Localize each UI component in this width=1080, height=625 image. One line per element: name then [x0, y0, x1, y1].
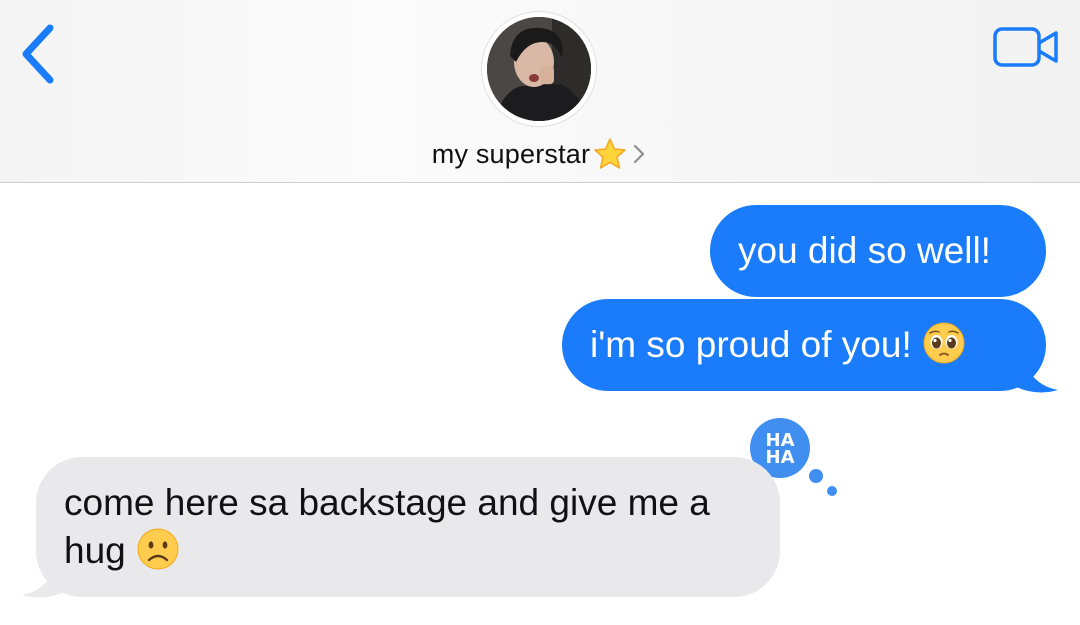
message-text: i'm so proud of you! — [590, 324, 912, 365]
incoming-message[interactable]: come here sa backstage and give me a hug — [36, 457, 780, 597]
contact-avatar[interactable] — [482, 12, 596, 126]
contact-name: my superstar — [431, 138, 591, 169]
avatar-photo — [487, 17, 591, 121]
video-camera-icon — [993, 27, 1058, 67]
contact-name-row[interactable]: my superstar — [0, 136, 1080, 176]
message-text: you did so well! — [738, 230, 991, 271]
frowning-face-emoji-icon — [137, 528, 179, 570]
outgoing-message[interactable]: you did so well! — [710, 205, 1046, 297]
facetime-video-button[interactable] — [992, 26, 1060, 68]
star-emoji-icon — [594, 138, 626, 169]
conversation-header: my superstar — [0, 0, 1080, 183]
chevron-left-icon — [22, 24, 54, 84]
chevron-right-icon — [634, 144, 645, 164]
pleading-face-emoji-icon — [923, 322, 965, 364]
back-button[interactable] — [14, 22, 64, 86]
tapback-text-line2: HA — [766, 447, 795, 468]
outgoing-message[interactable]: i'm so proud of you! — [562, 299, 1046, 391]
